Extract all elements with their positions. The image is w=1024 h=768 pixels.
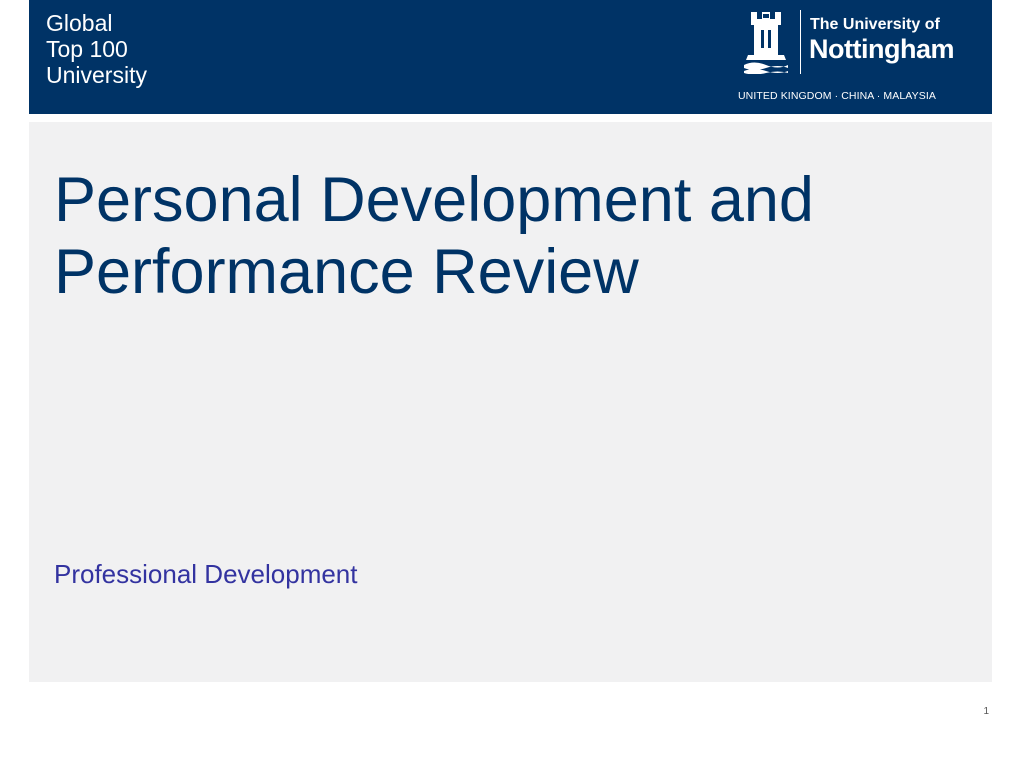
slide-title: Personal Development and Performance Rev…	[54, 164, 974, 308]
tagline: Global Top 100 University	[46, 10, 147, 88]
university-logo: The University of Nottingham UNITED KING…	[738, 8, 978, 108]
tagline-line-2: Top 100	[46, 36, 128, 62]
slide-title-line-2: Performance Review	[54, 237, 639, 307]
logo-text-line-2: Nottingham	[809, 34, 954, 64]
slide-title-line-1: Personal Development and	[54, 165, 814, 235]
page-number: 1	[983, 706, 989, 717]
tagline-line-1: Global	[46, 10, 113, 36]
tagline-line-3: University	[46, 62, 147, 88]
presentation-slide: Global Top 100 University The University…	[0, 0, 1024, 768]
castle-crest-icon	[744, 12, 788, 74]
slide-subtitle: Professional Development	[54, 559, 358, 589]
slide-content: Personal Development and Performance Rev…	[29, 122, 992, 682]
logo-regions: UNITED KINGDOM · CHINA · MALAYSIA	[738, 90, 936, 102]
logo-text-line-1: The University of	[810, 16, 940, 33]
header-banner: Global Top 100 University The University…	[29, 0, 992, 114]
logo-divider	[800, 10, 801, 74]
